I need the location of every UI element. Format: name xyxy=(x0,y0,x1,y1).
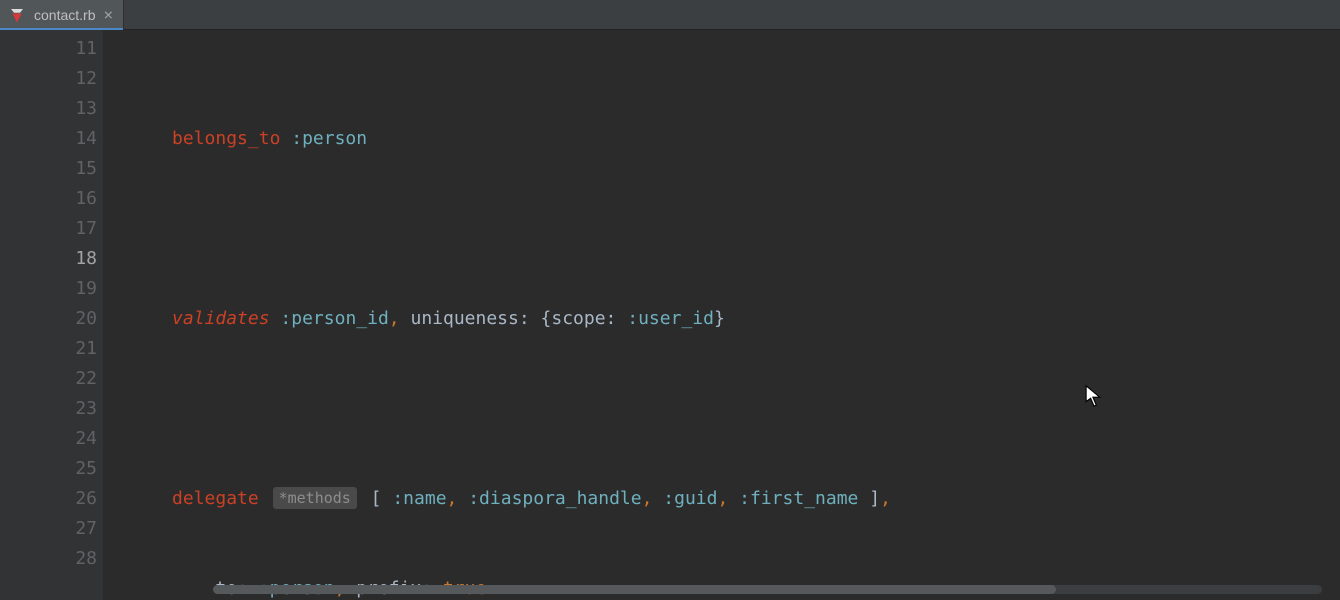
code-line[interactable]: validates :person_id, uniqueness: {scope… xyxy=(103,304,1340,334)
keyword: validates xyxy=(172,308,270,329)
code-editor[interactable]: 111213141516171819202122232425262728 bel… xyxy=(0,30,1340,600)
line-number: 18 xyxy=(0,244,97,274)
line-number: 22 xyxy=(0,364,97,394)
line-number: 16 xyxy=(0,184,97,214)
line-number: 13 xyxy=(0,94,97,124)
keyword: belongs_to xyxy=(172,128,280,149)
line-number-gutter: 111213141516171819202122232425262728 xyxy=(0,30,103,600)
line-number: 23 xyxy=(0,394,97,424)
code-area[interactable]: belongs_to :person validates :person_id,… xyxy=(103,30,1340,600)
line-number: 17 xyxy=(0,214,97,244)
line-number: 24 xyxy=(0,424,97,454)
tab-contact-rb[interactable]: contact.rb × xyxy=(0,0,124,29)
scrollbar-thumb[interactable] xyxy=(213,585,1056,594)
symbol: :person xyxy=(291,128,367,149)
tab-label: contact.rb xyxy=(34,7,95,23)
line-number: 28 xyxy=(0,544,97,574)
symbol: :person_id xyxy=(280,308,388,329)
close-icon[interactable]: × xyxy=(103,7,113,23)
line-number: 26 xyxy=(0,484,97,514)
parameter-hint: *methods xyxy=(273,487,357,509)
line-number: 11 xyxy=(0,34,97,64)
line-number: 21 xyxy=(0,334,97,364)
horizontal-scrollbar[interactable] xyxy=(213,585,1322,594)
line-number: 20 xyxy=(0,304,97,334)
code-line[interactable] xyxy=(103,394,1340,424)
line-number: 27 xyxy=(0,514,97,544)
keyword: delegate xyxy=(172,488,259,509)
ruby-file-icon xyxy=(8,6,26,24)
tab-bar: contact.rb × xyxy=(0,0,1340,30)
code-line[interactable]: delegate *methods [ :name, :diaspora_han… xyxy=(103,484,1340,514)
line-number: 19 xyxy=(0,274,97,304)
line-number: 15 xyxy=(0,154,97,184)
code-line[interactable]: belongs_to :person xyxy=(103,124,1340,154)
line-number: 25 xyxy=(0,454,97,484)
line-number: 14 xyxy=(0,124,97,154)
line-number: 12 xyxy=(0,64,97,94)
code-line[interactable] xyxy=(103,214,1340,244)
